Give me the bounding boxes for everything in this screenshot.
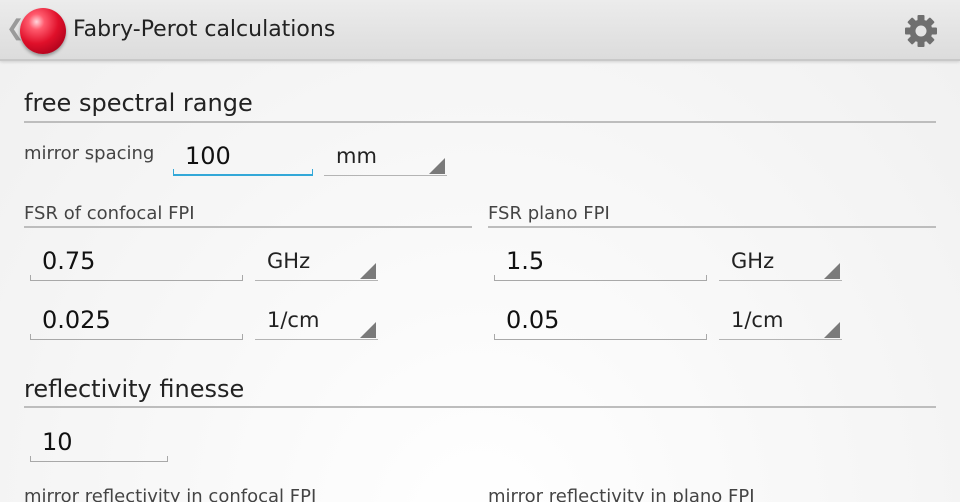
plano-unit-2: 1/cm xyxy=(731,308,784,332)
mirror-spacing-unit-spinner[interactable]: mm xyxy=(324,136,447,176)
plano-unit-1: GHz xyxy=(731,249,775,273)
dropdown-corner-icon xyxy=(824,263,840,279)
dropdown-corner-icon xyxy=(429,158,445,174)
plano-fsr-ghz-field[interactable]: 1.5 xyxy=(494,241,707,281)
confocal-fsr-ghz-value: 0.75 xyxy=(42,247,96,275)
dropdown-corner-icon xyxy=(360,322,376,338)
dropdown-corner-icon xyxy=(824,322,840,338)
section-title-free-spectral-range: free spectral range xyxy=(24,89,253,117)
action-bar: ❮ Fabry-Perot calculations xyxy=(0,0,960,61)
plano-divider xyxy=(488,226,936,228)
section-divider xyxy=(24,121,936,123)
gear-icon xyxy=(905,15,937,47)
section-divider xyxy=(24,406,936,408)
plano-unit-spinner-1[interactable]: GHz xyxy=(719,241,842,281)
confocal-unit-spinner-2[interactable]: 1/cm xyxy=(255,300,378,340)
confocal-fsr-wavenumber-value: 0.025 xyxy=(42,306,111,334)
mirror-spacing-label: mirror spacing xyxy=(24,143,155,164)
mirror-spacing-value: 100 xyxy=(185,142,231,170)
confocal-unit-spinner-1[interactable]: GHz xyxy=(255,241,378,281)
plano-unit-spinner-2[interactable]: 1/cm xyxy=(719,300,842,340)
plano-reflectivity-title: mirror reflectivity in plano FPI xyxy=(488,486,755,502)
plano-fsr-wavenumber-field[interactable]: 0.05 xyxy=(494,300,707,340)
confocal-fsr-title: FSR of confocal FPI xyxy=(24,203,195,224)
red-sphere-icon[interactable] xyxy=(20,8,66,54)
plano-fsr-title: FSR plano FPI xyxy=(488,203,610,224)
mirror-spacing-unit: mm xyxy=(336,144,377,168)
confocal-divider xyxy=(24,226,472,228)
confocal-unit-1: GHz xyxy=(267,249,311,273)
reflectivity-finesse-value: 10 xyxy=(42,428,73,456)
settings-button[interactable] xyxy=(902,12,940,50)
confocal-unit-2: 1/cm xyxy=(267,308,320,332)
section-title-reflectivity-finesse: reflectivity finesse xyxy=(24,375,245,403)
app-title: Fabry-Perot calculations xyxy=(73,17,336,42)
confocal-fsr-wavenumber-field[interactable]: 0.025 xyxy=(30,300,243,340)
confocal-reflectivity-title: mirror reflectivity in confocal FPI xyxy=(24,486,317,502)
confocal-fsr-ghz-field[interactable]: 0.75 xyxy=(30,241,243,281)
reflectivity-finesse-input[interactable]: 10 xyxy=(30,422,168,462)
mirror-spacing-input[interactable]: 100 xyxy=(173,136,313,176)
dropdown-corner-icon xyxy=(360,263,376,279)
plano-fsr-ghz-value: 1.5 xyxy=(506,247,545,275)
plano-fsr-wavenumber-value: 0.05 xyxy=(506,306,560,334)
